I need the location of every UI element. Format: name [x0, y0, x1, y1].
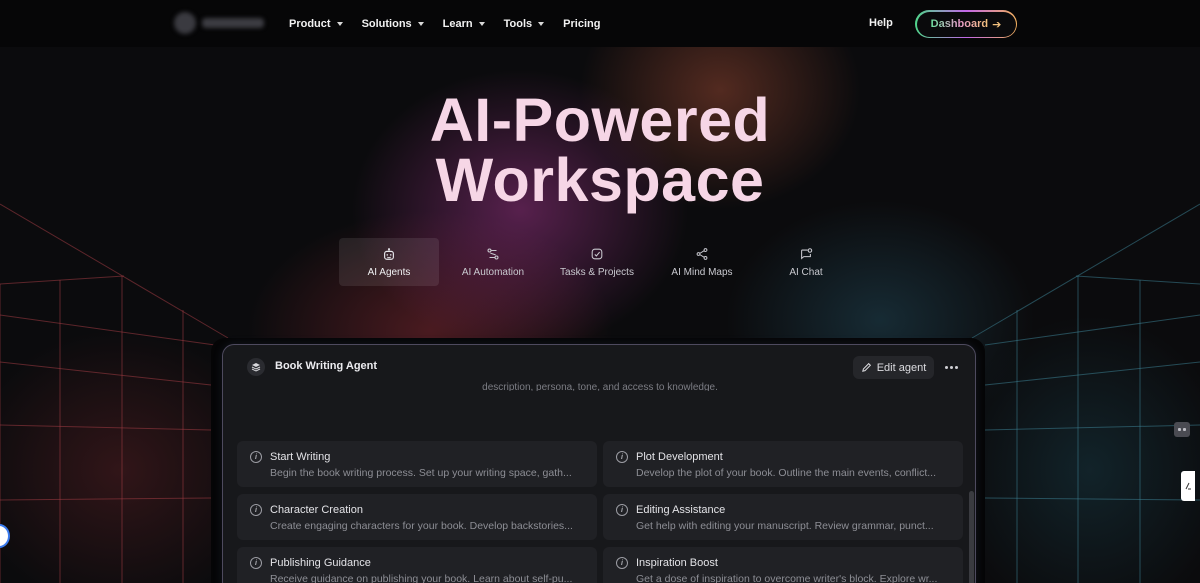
- card-description: Begin the book writing process. Set up y…: [270, 467, 572, 479]
- menu-product-label: Product: [289, 17, 331, 30]
- arrow-right-icon: ➔: [992, 18, 1002, 31]
- menu-learn-label: Learn: [442, 17, 473, 30]
- hero-title: AI-Powered Workspace: [0, 86, 1200, 214]
- edit-agent-label: Edit agent: [876, 361, 927, 374]
- logo-wordmark: [202, 18, 264, 28]
- main-menu: Product Solutions Learn Tools Pricing: [289, 0, 619, 47]
- card-description: Receive guidance on publishing your book…: [270, 573, 573, 583]
- card-description: Develop the plot of your book. Outline t…: [636, 467, 936, 479]
- card-title: Start Writing: [270, 451, 331, 463]
- tab-ai-automation[interactable]: AI Automation: [449, 238, 537, 286]
- info-icon: i: [250, 504, 262, 516]
- action-card-character-creation[interactable]: i Character Creation Create engaging cha…: [237, 494, 597, 540]
- info-icon: i: [250, 451, 262, 463]
- info-icon: i: [250, 557, 262, 569]
- card-title: Plot Development: [636, 451, 723, 463]
- hero-title-line-2: Workspace: [435, 146, 765, 214]
- card-description: Get help with editing your manuscript. R…: [636, 520, 934, 532]
- help-link[interactable]: Help: [869, 17, 893, 29]
- panel-scrollbar[interactable]: [969, 491, 974, 583]
- feedback-tab-icon[interactable]: [1181, 471, 1195, 501]
- dashboard-label: Dashboard: [930, 18, 989, 30]
- info-icon: i: [616, 557, 628, 569]
- action-card-publishing-guidance[interactable]: i Publishing Guidance Receive guidance o…: [237, 547, 597, 583]
- tab-ai-chat-label: AI Chat: [789, 266, 823, 278]
- chevron-down-icon: [336, 21, 343, 26]
- card-description: Get a dose of inspiration to overcome wr…: [636, 573, 938, 583]
- info-icon: i: [616, 451, 628, 463]
- action-card-start-writing[interactable]: i Start Writing Begin the book writing p…: [237, 441, 597, 487]
- menu-pricing-label: Pricing: [563, 17, 601, 30]
- robot-icon: [384, 247, 394, 260]
- menu-pricing[interactable]: Pricing: [563, 18, 600, 30]
- agent-description: description, persona, tone, and access t…: [482, 382, 718, 391]
- top-nav: Product Solutions Learn Tools Pricing He…: [0, 0, 1200, 47]
- tab-ai-agents[interactable]: AI Agents: [339, 238, 439, 286]
- chevron-down-icon: [417, 21, 424, 26]
- tab-ai-automation-label: AI Automation: [461, 266, 525, 278]
- menu-product[interactable]: Product: [289, 18, 343, 30]
- automation-icon: [487, 247, 499, 260]
- card-description: Create engaging characters for your book…: [270, 520, 573, 532]
- chat-widget-icon[interactable]: [1174, 422, 1190, 437]
- tab-ai-mind-maps[interactable]: AI Mind Maps: [657, 238, 747, 286]
- logo-mark-icon: [174, 12, 196, 34]
- info-icon: i: [616, 504, 628, 516]
- more-options-icon[interactable]: [939, 357, 963, 377]
- tab-ai-agents-label: AI Agents: [367, 266, 411, 278]
- edit-agent-button[interactable]: Edit agent: [853, 356, 934, 379]
- dashboard-button[interactable]: Dashboard ➔: [915, 10, 1017, 38]
- menu-tools-label: Tools: [503, 17, 533, 30]
- chat-icon: [801, 247, 813, 259]
- menu-tools[interactable]: Tools: [504, 18, 545, 30]
- mind-map-icon: [696, 247, 708, 260]
- agent-panel: Book Writing Agent Edit agent descriptio…: [222, 344, 976, 583]
- tasks-icon: [591, 248, 603, 259]
- tab-ai-chat[interactable]: AI Chat: [759, 238, 853, 286]
- card-title: Publishing Guidance: [270, 557, 371, 569]
- pencil-icon: [861, 362, 871, 372]
- card-title: Editing Assistance: [636, 504, 726, 516]
- tab-tasks-projects[interactable]: Tasks & Projects: [549, 238, 645, 286]
- chevron-down-icon: [478, 21, 485, 26]
- book-agent-icon: [247, 358, 265, 376]
- card-title: Inspiration Boost: [636, 557, 718, 569]
- action-card-plot-development[interactable]: i Plot Development Develop the plot of y…: [603, 441, 963, 487]
- menu-solutions-label: Solutions: [361, 17, 412, 30]
- card-title: Character Creation: [270, 504, 363, 516]
- agent-title: Book Writing Agent: [275, 360, 378, 372]
- tab-tasks-projects-label: Tasks & Projects: [560, 266, 634, 278]
- hero-title-line-1: AI-Powered: [429, 86, 771, 154]
- action-card-editing-assistance[interactable]: i Editing Assistance Get help with editi…: [603, 494, 963, 540]
- menu-solutions[interactable]: Solutions: [362, 18, 424, 30]
- brand-logo[interactable]: [174, 11, 272, 35]
- tab-ai-mind-maps-label: AI Mind Maps: [671, 266, 733, 278]
- accessibility-widget-icon[interactable]: [0, 524, 10, 548]
- menu-learn[interactable]: Learn: [443, 18, 485, 30]
- action-card-inspiration-boost[interactable]: i Inspiration Boost Get a dose of inspir…: [603, 547, 963, 583]
- chevron-down-icon: [538, 21, 545, 26]
